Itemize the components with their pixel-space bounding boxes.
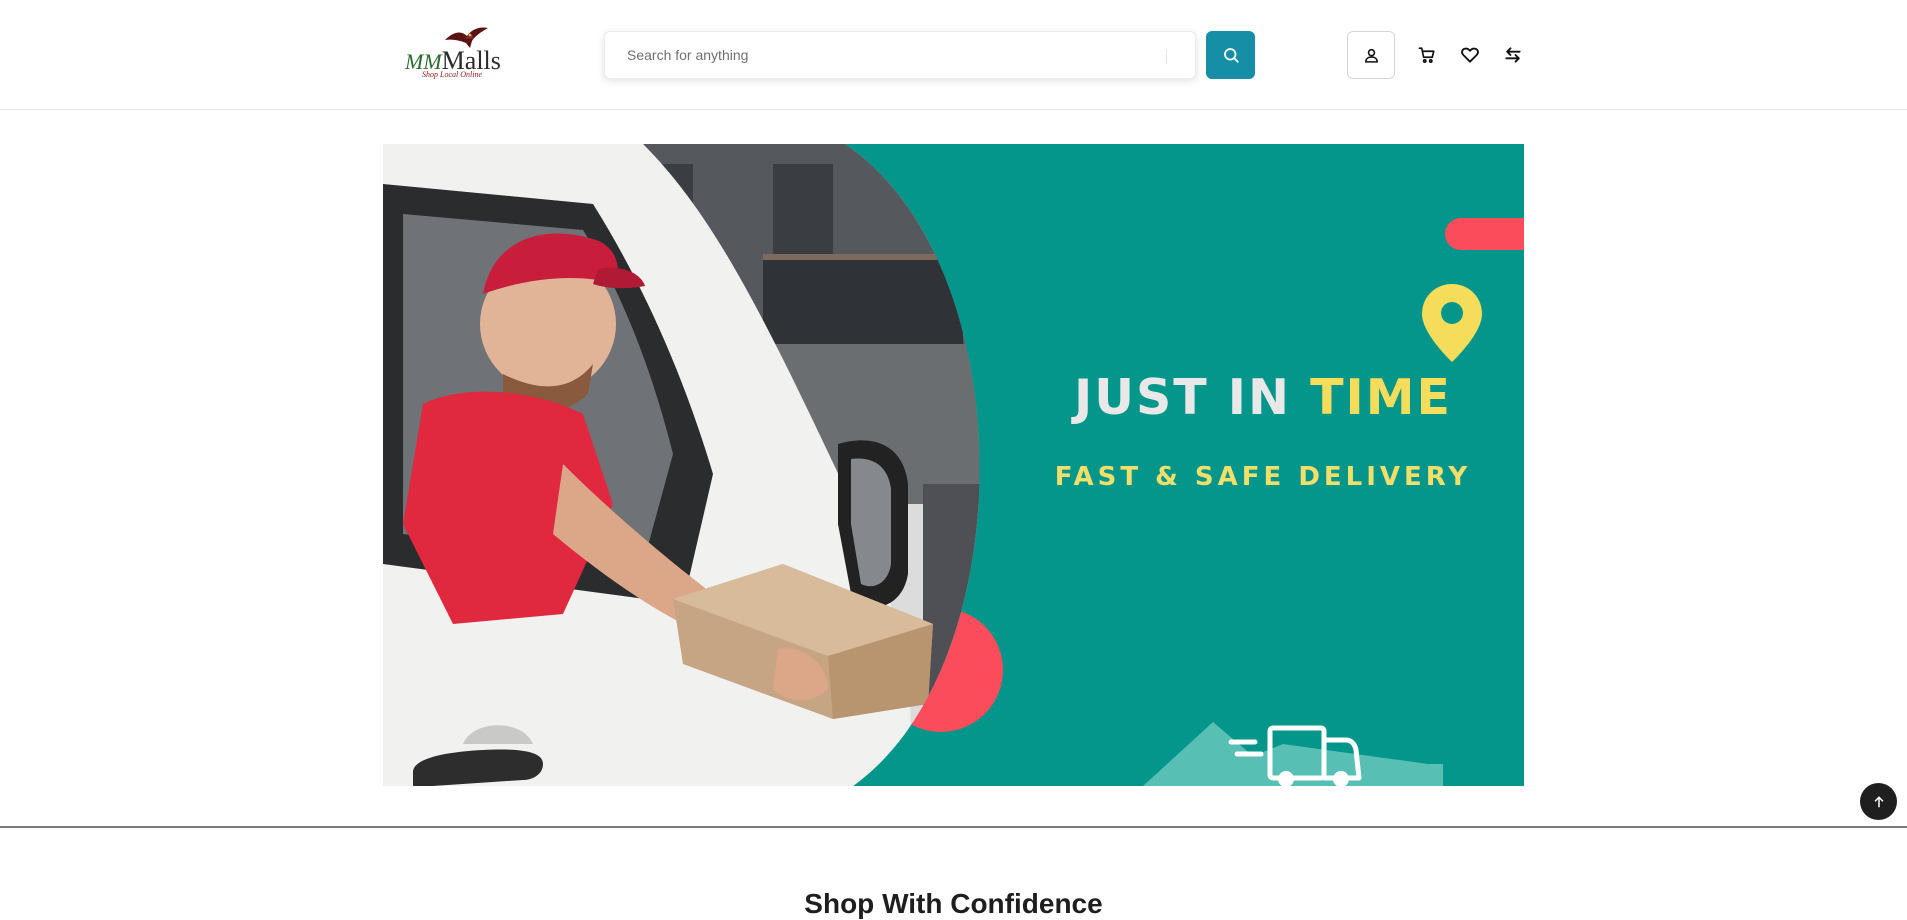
compare-button[interactable] (1500, 42, 1526, 68)
arrow-up-icon (1874, 796, 1883, 807)
wishlist-button[interactable] (1457, 42, 1483, 68)
search-divider (1166, 50, 1167, 64)
search-icon (1223, 48, 1239, 63)
site-header: MMMalls Shop Local Online (0, 0, 1907, 110)
site-logo[interactable]: MMMalls Shop Local Online (405, 26, 501, 82)
scroll-to-top-button[interactable] (1860, 783, 1897, 820)
compare-arrows-icon (1505, 47, 1521, 63)
banner-headline: JUST IN TIME (1074, 369, 1452, 426)
heart-icon (1461, 47, 1479, 63)
section-title: Shop With Confidence (804, 888, 1103, 919)
account-button[interactable] (1347, 31, 1395, 79)
cart-icon (1418, 47, 1435, 63)
banner-subline: FAST & SAFE DELIVERY (1054, 462, 1472, 492)
search-bar (604, 31, 1196, 79)
hero-banner[interactable]: JUST IN TIME FAST & SAFE DELIVERY (383, 144, 1524, 786)
search-button[interactable] (1206, 31, 1255, 79)
section-divider (0, 826, 1907, 828)
cart-button[interactable] (1414, 42, 1440, 68)
banner-text: JUST IN TIME FAST & SAFE DELIVERY (1033, 369, 1493, 492)
user-icon (1364, 48, 1378, 63)
logo-tagline: Shop Local Online (422, 70, 482, 79)
search-input[interactable] (605, 32, 1195, 78)
